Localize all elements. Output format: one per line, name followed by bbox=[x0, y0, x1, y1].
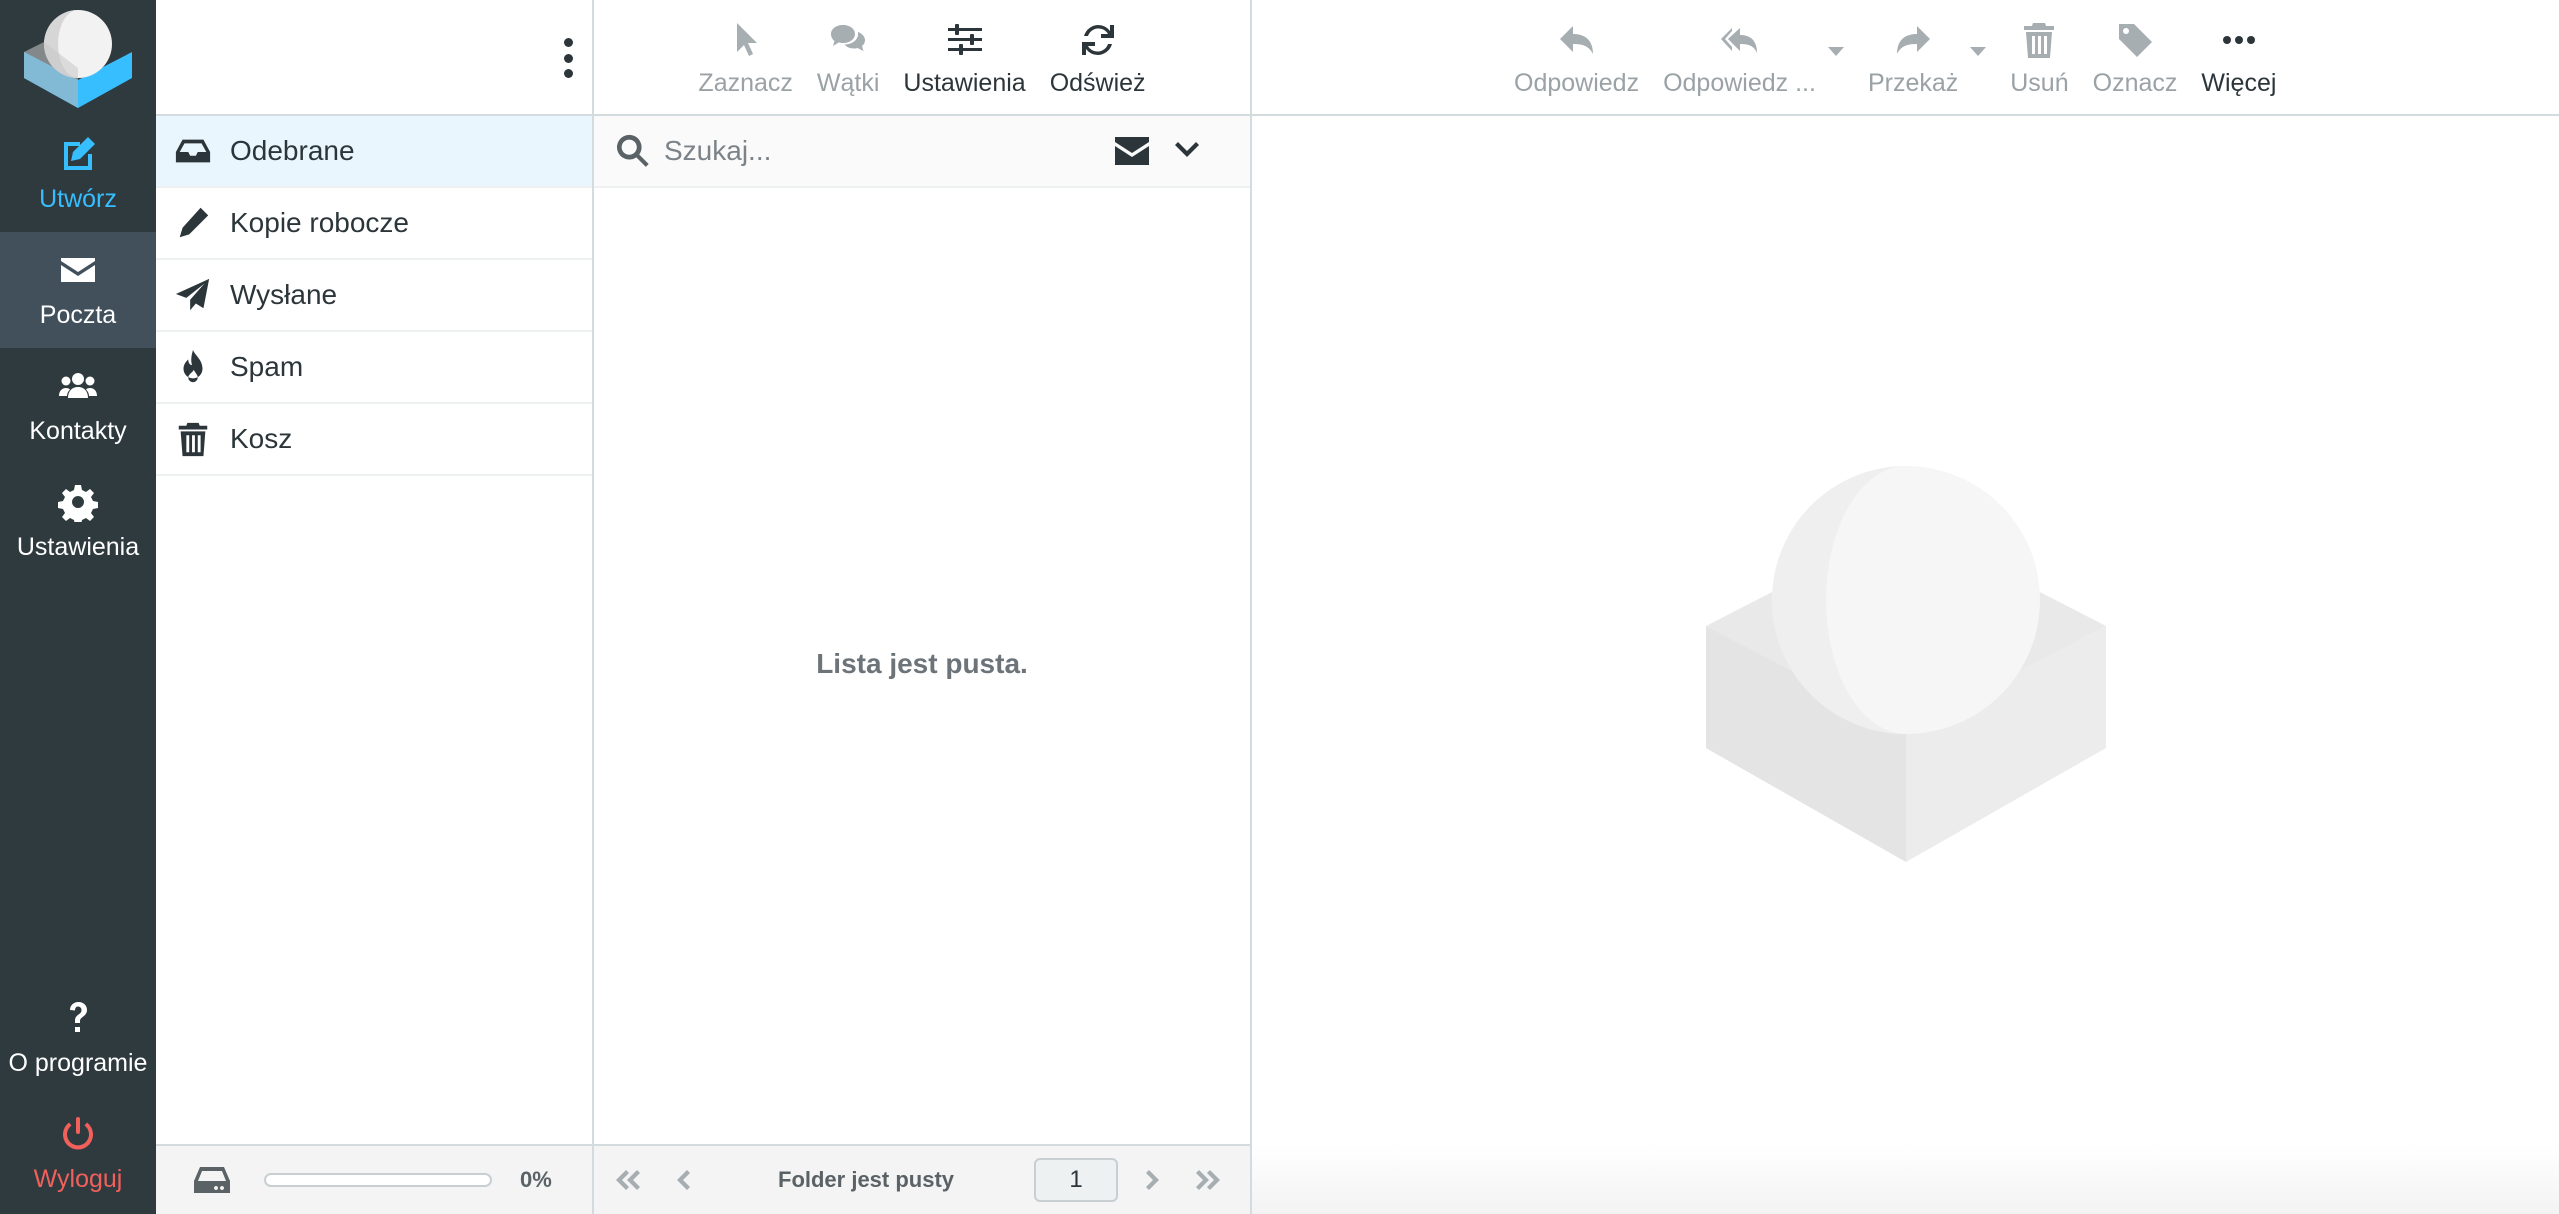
quota-text: 0% bbox=[520, 1167, 552, 1192]
refresh-button[interactable]: Odśwież bbox=[1038, 0, 1158, 114]
sliders-icon bbox=[947, 24, 982, 55]
delete-button[interactable]: Usuń bbox=[1998, 0, 2080, 114]
reply-all-dropdown-arrow[interactable] bbox=[1827, 47, 1844, 56]
nav-about[interactable]: O programie bbox=[0, 980, 156, 1096]
envelope-icon[interactable] bbox=[1112, 134, 1152, 168]
refresh-icon bbox=[1081, 25, 1114, 55]
folder-spam[interactable]: Spam bbox=[156, 332, 592, 404]
quota-bar bbox=[264, 1173, 492, 1187]
chevron-left-icon bbox=[677, 1170, 690, 1190]
pointer-icon bbox=[736, 23, 757, 56]
folder-trash[interactable]: Kosz bbox=[156, 404, 592, 476]
paper-plane-icon bbox=[175, 278, 210, 311]
pencil-icon bbox=[179, 207, 209, 238]
search-bar bbox=[594, 116, 1250, 188]
double-chevron-left-icon bbox=[616, 1170, 640, 1190]
reply-all-button[interactable]: Odpowiedz ... bbox=[1651, 0, 1856, 114]
users-icon bbox=[59, 373, 97, 398]
folder-label: Kopie robocze bbox=[230, 207, 410, 238]
folder-drafts[interactable]: Kopie robocze bbox=[156, 188, 592, 260]
mark-button[interactable]: Oznacz bbox=[2081, 0, 2190, 114]
chevron-right-icon bbox=[1146, 1170, 1160, 1190]
refresh-label: Odśwież bbox=[1049, 69, 1146, 97]
roundcube-watermark-logo bbox=[1706, 466, 2106, 862]
list-options-button[interactable]: Ustawienia bbox=[891, 0, 1037, 114]
select-button[interactable]: Zaznacz bbox=[686, 0, 804, 114]
message-toolbar: Odpowiedz Odpowiedz ... Przekaż Usuń Ozn… bbox=[1252, 0, 2559, 116]
quota-footer: 0% bbox=[156, 1144, 592, 1214]
double-chevron-right-icon bbox=[1196, 1170, 1221, 1190]
more-label: Więcej bbox=[2201, 69, 2277, 97]
message-list-pane: Zaznacz Wątki Ustawienia Odśwież Szukaj.… bbox=[594, 0, 1252, 1214]
delete-label: Usuń bbox=[2010, 69, 2069, 97]
search-icon[interactable] bbox=[614, 132, 652, 170]
forward-dropdown-arrow[interactable] bbox=[1970, 47, 1987, 56]
folder-actions-menu-icon[interactable] bbox=[560, 38, 576, 78]
list-footer: Folder jest pusty 1 bbox=[594, 1144, 1250, 1214]
threads-button[interactable]: Wątki bbox=[805, 0, 892, 114]
list-toolbar: Zaznacz Wątki Ustawienia Odśwież bbox=[594, 0, 1250, 116]
next-page-button[interactable] bbox=[1132, 1160, 1172, 1200]
envelope-icon bbox=[61, 258, 95, 282]
power-icon bbox=[63, 1117, 93, 1150]
nav-settings[interactable]: Ustawienia bbox=[0, 464, 156, 580]
ellipsis-icon bbox=[2222, 36, 2255, 44]
select-label: Zaznacz bbox=[698, 69, 793, 97]
folder-label: Odebrane bbox=[230, 135, 355, 166]
reply-icon bbox=[1559, 26, 1593, 54]
nav-mail-label: Poczta bbox=[39, 301, 117, 329]
threads-label: Wątki bbox=[816, 69, 880, 97]
folder-sidebar: Odebrane Kopie robocze Wysłane Spam Kosz… bbox=[156, 0, 594, 1214]
folder-sent[interactable]: Wysłane bbox=[156, 260, 592, 332]
search-input[interactable] bbox=[664, 135, 1104, 167]
reply-all-label: Odpowiedz ... bbox=[1663, 69, 1816, 97]
hard-drive-icon bbox=[194, 1167, 230, 1193]
nav-mail[interactable]: Poczta bbox=[0, 232, 156, 348]
compose-icon bbox=[64, 137, 95, 170]
trash-icon bbox=[2024, 23, 2055, 58]
list-options-label: Ustawienia bbox=[903, 69, 1026, 97]
nav-logout-label: Wyloguj bbox=[33, 1165, 123, 1193]
forward-label: Przekaż bbox=[1867, 69, 1959, 97]
nav-contacts-label: Kontakty bbox=[29, 417, 127, 445]
forward-icon bbox=[1897, 26, 1931, 54]
gear-icon bbox=[58, 485, 98, 522]
folder-status-text: Folder jest pusty bbox=[778, 1167, 955, 1192]
trash-icon bbox=[178, 422, 208, 457]
mark-label: Oznacz bbox=[2092, 69, 2178, 97]
nav-compose[interactable]: Utwórz bbox=[0, 116, 156, 232]
empty-list-message: Lista jest pusta. bbox=[816, 648, 1028, 679]
nav-logout[interactable]: Wyloguj bbox=[0, 1096, 156, 1212]
nav-settings-label: Ustawienia bbox=[16, 533, 140, 561]
folder-list: Odebrane Kopie robocze Wysłane Spam Kosz bbox=[156, 116, 592, 476]
message-content-pane: Odpowiedz Odpowiedz ... Przekaż Usuń Ozn… bbox=[1252, 0, 2559, 1214]
nav-about-label: O programie bbox=[8, 1049, 148, 1077]
folder-label: Kosz bbox=[230, 423, 293, 454]
main-nav: Utwórz Poczta Kontakty Ustawienia O prog… bbox=[0, 0, 156, 1214]
reply-all-icon bbox=[1720, 28, 1757, 53]
question-icon bbox=[70, 1002, 87, 1032]
folder-inbox[interactable]: Odebrane bbox=[156, 116, 592, 188]
tag-icon bbox=[2119, 24, 2152, 57]
folder-label: Spam bbox=[230, 351, 304, 382]
folder-label: Wysłane bbox=[230, 279, 338, 310]
forward-button[interactable]: Przekaż bbox=[1856, 0, 1998, 114]
last-page-button[interactable] bbox=[1188, 1160, 1228, 1200]
reply-label: Odpowiedz bbox=[1514, 69, 1640, 97]
more-button[interactable]: Więcej bbox=[2189, 0, 2288, 114]
nav-contacts[interactable]: Kontakty bbox=[0, 348, 156, 464]
reply-button[interactable]: Odpowiedz bbox=[1502, 0, 1651, 114]
inbox-icon bbox=[175, 139, 211, 163]
page-number-input[interactable]: 1 bbox=[1034, 1158, 1119, 1202]
fire-icon bbox=[183, 349, 203, 383]
first-page-button[interactable] bbox=[608, 1160, 648, 1200]
content-footer bbox=[1252, 1144, 2559, 1214]
comments-icon bbox=[831, 25, 866, 51]
nav-compose-label: Utwórz bbox=[39, 185, 117, 213]
chevron-down-icon[interactable] bbox=[1172, 136, 1202, 166]
roundcube-logo[interactable] bbox=[24, 8, 132, 112]
sidebar-header bbox=[156, 0, 592, 116]
previous-page-button[interactable] bbox=[664, 1160, 704, 1200]
